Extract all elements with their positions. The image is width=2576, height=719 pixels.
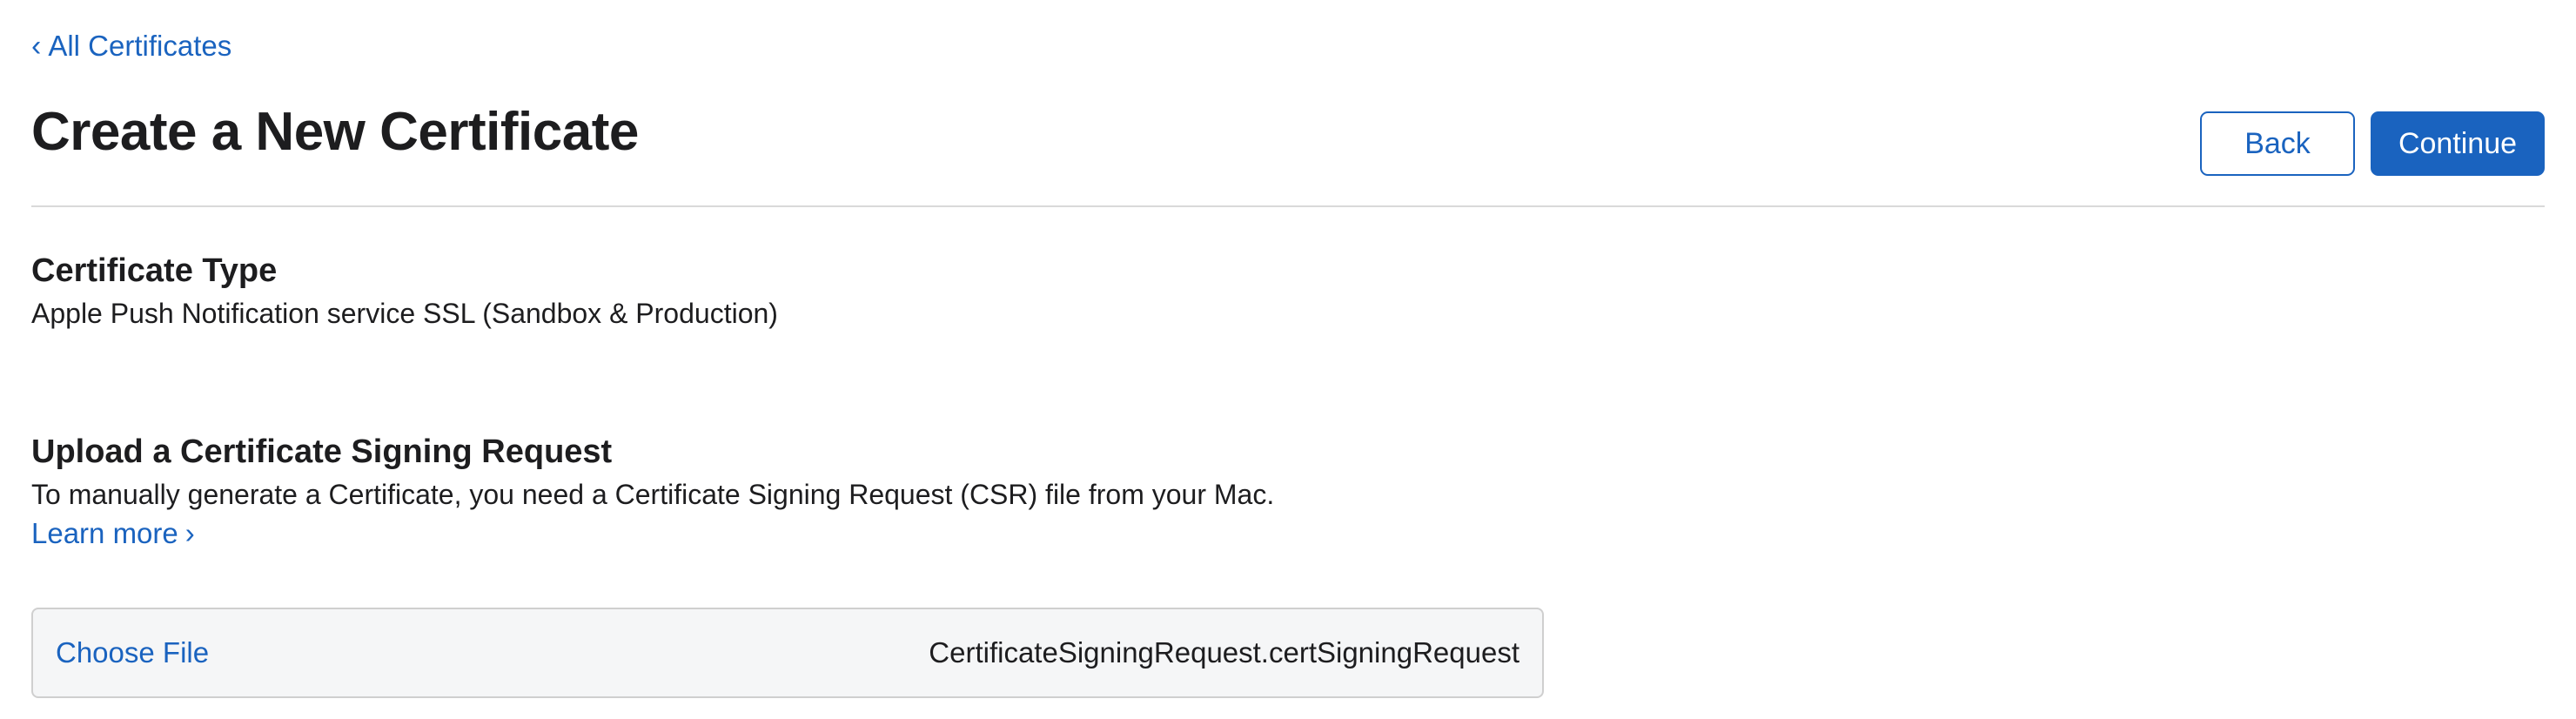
header-actions: Back Continue	[2200, 111, 2545, 176]
chevron-left-icon: ‹	[31, 30, 42, 63]
file-upload-field[interactable]: Choose File CertificateSigningRequest.ce…	[31, 608, 1544, 698]
certificate-type-heading: Certificate Type	[31, 252, 278, 289]
continue-button[interactable]: Continue	[2371, 111, 2545, 176]
learn-more-label: Learn more	[31, 517, 178, 549]
chevron-right-icon: ›	[184, 517, 195, 549]
certificate-type-value: Apple Push Notification service SSL (San…	[31, 298, 778, 329]
page: ‹ All Certificates Create a New Certific…	[0, 0, 2576, 719]
page-title: Create a New Certificate	[31, 102, 639, 162]
back-button[interactable]: Back	[2200, 111, 2355, 176]
choose-file-button[interactable]: Choose File	[56, 636, 209, 669]
breadcrumb-label: All Certificates	[48, 30, 232, 62]
selected-file-name: CertificateSigningRequest.certSigningReq…	[929, 636, 1519, 669]
learn-more-link[interactable]: Learn more ›	[31, 517, 195, 550]
breadcrumb-all-certificates[interactable]: ‹ All Certificates	[31, 30, 231, 63]
csr-upload-description: To manually generate a Certificate, you …	[31, 479, 1275, 510]
csr-upload-heading: Upload a Certificate Signing Request	[31, 433, 613, 470]
header-divider	[31, 205, 2545, 207]
